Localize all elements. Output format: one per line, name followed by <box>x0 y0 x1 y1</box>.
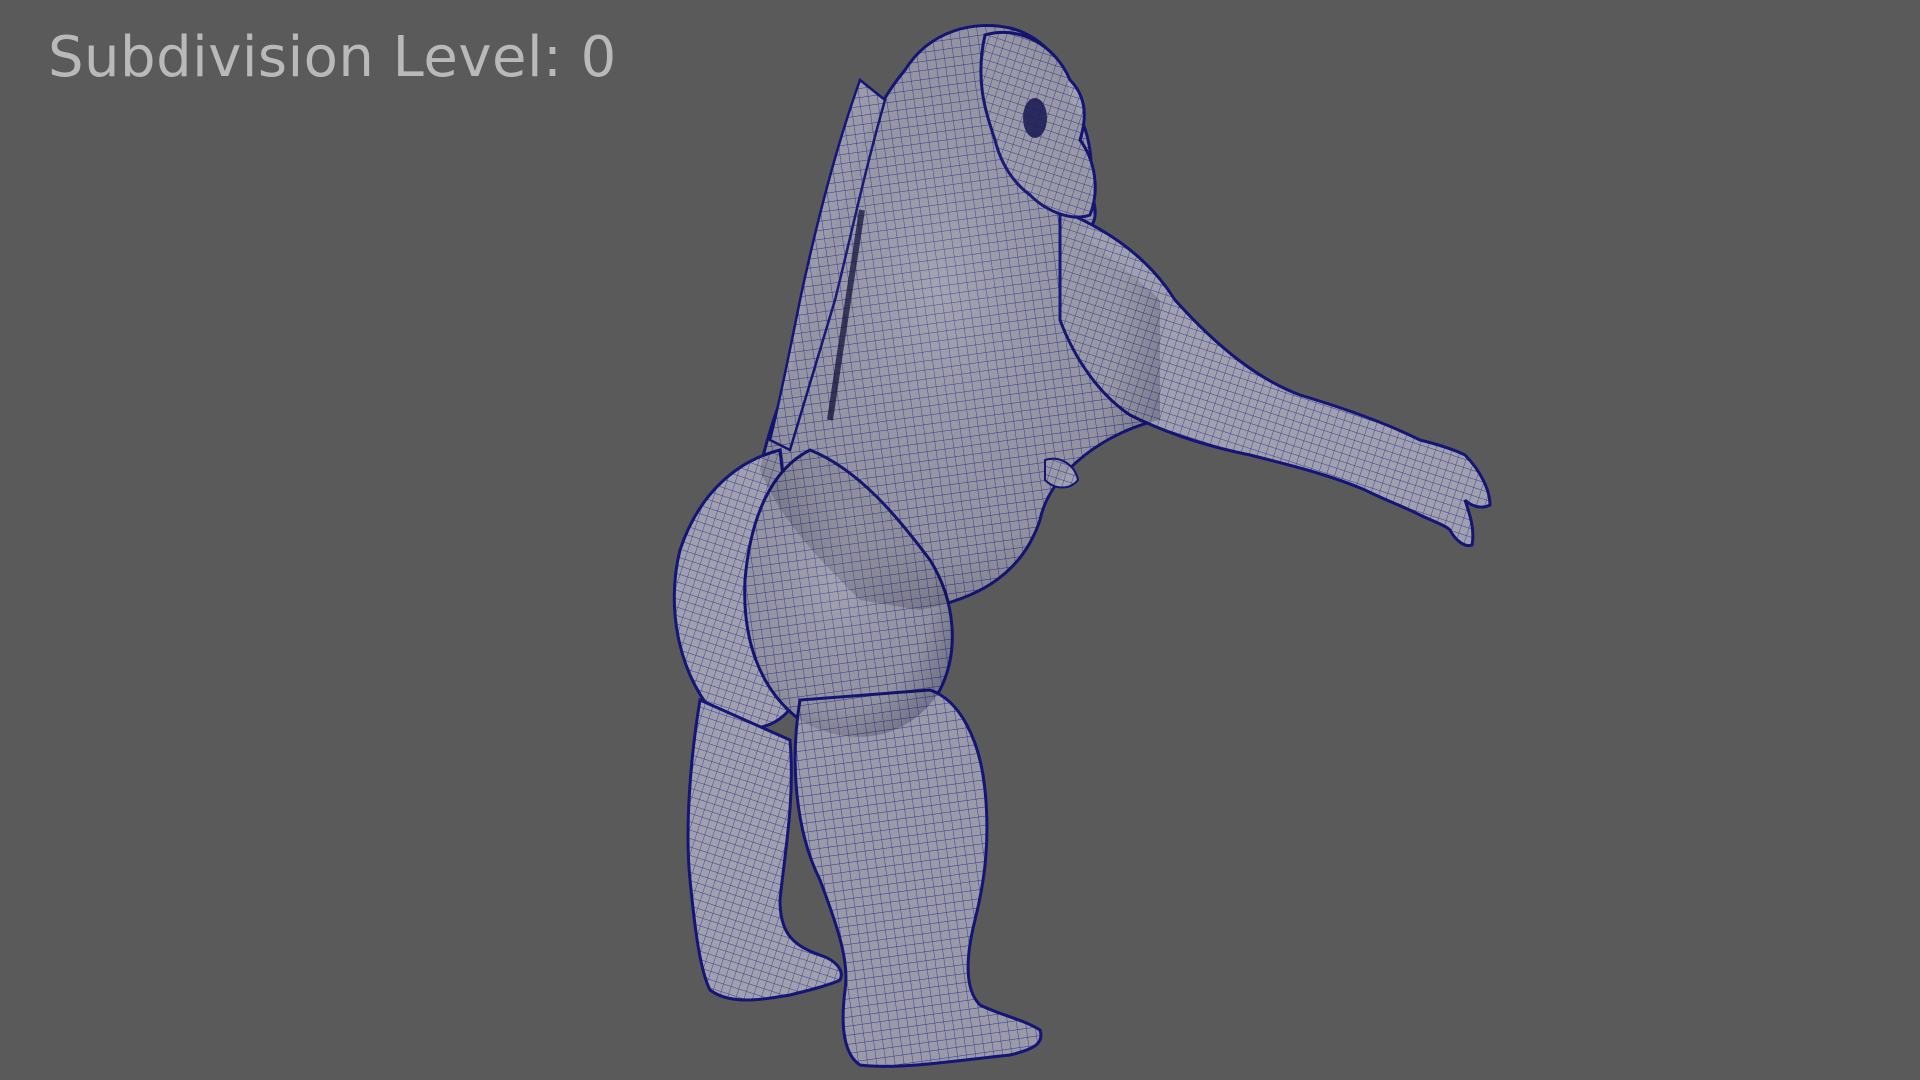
3d-viewport[interactable]: Subdivision Level: 0 <box>0 0 1920 1080</box>
gorilla-mesh-render[interactable] <box>0 0 1920 1080</box>
model-container[interactable] <box>0 0 1920 1080</box>
right-leg-mesh <box>793 688 1043 1068</box>
